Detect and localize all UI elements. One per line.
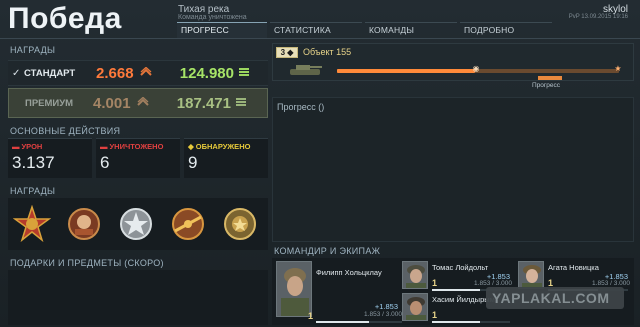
medals-row xyxy=(8,198,268,250)
crew-exp-bar xyxy=(316,321,402,323)
battle-results-window: Победа Тихая река Команда уничтожена sky… xyxy=(0,0,640,327)
avatar xyxy=(518,261,544,289)
milestone-icon: ◉ xyxy=(472,64,480,73)
damage-value: 3.137 xyxy=(12,153,55,172)
spotted-eye-icon: ◆ xyxy=(188,142,194,151)
main-actions: ▬ УРОН 3.137 ▬ УНИЧТОЖЕНО 6 ◆ ОБНАРУЖЕНО… xyxy=(8,138,268,178)
standard-reward-row[interactable]: ✓ СТАНДАРТ 2.668 124.980 xyxy=(8,60,268,86)
gifts-panel xyxy=(8,270,268,325)
premium-credits: 4.001 xyxy=(93,94,131,112)
crew-member-level: 1 xyxy=(432,278,438,288)
crew-member-name: Филипп Хольцклау xyxy=(316,268,382,277)
tab-details[interactable]: ПОДРОБНО xyxy=(460,22,552,38)
crew-exp-bar-fill xyxy=(432,289,481,291)
spotted-label: ОБНАРУЖЕНО xyxy=(195,142,251,151)
crew-section-label: КОМАНДИР И ЭКИПАЖ xyxy=(274,246,381,256)
crew-member-level: 1 xyxy=(432,310,438,320)
spotted-stat: ◆ ОБНАРУЖЕНО 9 xyxy=(184,138,268,178)
tank-name: Объект 155 xyxy=(303,47,352,57)
tab-progress[interactable]: ПРОГРЕСС xyxy=(177,22,267,38)
results-tabs: ПРОГРЕСС СТАТИСТИКА КОМАНДЫ ПОДРОБНО xyxy=(177,22,555,38)
battle-outcome-mode: Команда уничтожена xyxy=(178,14,247,21)
premium-xp: 187.471 xyxy=(176,94,231,112)
gold-sword-icon[interactable] xyxy=(168,202,208,246)
premium-reward-row[interactable]: ПРЕМИУМ 4.001 187.471 xyxy=(8,88,268,118)
crew-exp-bar-fill xyxy=(432,321,481,323)
crew-member-level: 1 xyxy=(308,311,314,321)
tab-statistics[interactable]: СТАТИСТИКА xyxy=(270,22,362,38)
damage-icon: ▬ xyxy=(12,142,20,151)
gifts-section-label: ПОДАРКИ И ПРЕДМЕТЫ (СКОРО) xyxy=(10,258,164,268)
avatar xyxy=(402,261,428,289)
damage-label: УРОН xyxy=(21,142,43,151)
progress-label: Прогресс xyxy=(532,82,561,89)
rewards-section-label: НАГРАДЫ xyxy=(10,45,56,55)
crew-member-name: Агата Новицка xyxy=(548,263,599,272)
medals-section-label: НАГРАДЫ xyxy=(10,186,56,196)
standard-xp: 124.980 xyxy=(179,64,234,82)
destroyed-tank-icon: ▬ xyxy=(100,142,108,151)
progress-indicator xyxy=(538,76,562,80)
xp-stack-icon xyxy=(238,67,252,80)
tab-teams[interactable]: КОМАНДЫ xyxy=(365,22,457,38)
check-icon: ✓ xyxy=(12,67,21,79)
credits-chevron-icon xyxy=(140,66,152,80)
tier-badge: 3 ◆ xyxy=(276,47,298,58)
credits-chevron-icon xyxy=(137,96,149,110)
site-watermark: YAPLAKAL.COM xyxy=(486,287,624,309)
progress-panel-title: Прогресс () xyxy=(277,102,325,112)
avatar xyxy=(276,261,312,317)
page-title: Победа xyxy=(8,2,122,35)
tank-icon xyxy=(287,60,323,78)
standard-credits: 2.668 xyxy=(96,64,134,82)
progress-panel: Прогресс () xyxy=(272,97,634,242)
destroyed-value: 6 xyxy=(100,153,110,172)
standard-label: СТАНДАРТ xyxy=(24,67,76,79)
xp-stack-icon xyxy=(235,97,249,110)
order-medal-icon[interactable] xyxy=(12,202,52,246)
tab-divider xyxy=(0,38,640,39)
gold-badge-icon[interactable] xyxy=(220,202,260,246)
tank-progress-fill xyxy=(337,69,476,73)
crew-exp-bar-fill xyxy=(316,321,370,323)
left-panel: НАГРАДЫ ✓ СТАНДАРТ 2.668 124.980 ПРЕМИУМ… xyxy=(4,40,268,325)
crew-member-exp: 1.853 / 3.000 xyxy=(592,280,630,287)
damage-stat: ▬ УРОН 3.137 xyxy=(8,138,92,178)
crew-member-gain: +1.853 xyxy=(374,302,398,311)
avatar xyxy=(402,293,428,321)
crew-member-exp: 1.853 / 3.000 xyxy=(364,311,402,318)
crew-member-commander[interactable]: Филипп Хольцклау 1 +1.853 1.853 / 3.000 xyxy=(276,261,408,323)
server-datetime: PvP 13.09.2015 19:16 xyxy=(568,14,628,20)
tank-progress-bar[interactable]: 3 ◆ Объект 155 ◉ ★ xyxy=(272,43,634,81)
bronze-emblem-icon[interactable] xyxy=(64,202,104,246)
premium-label: ПРЕМИУМ xyxy=(25,97,74,109)
crew-member-exp: 1.853 / 3.000 xyxy=(474,280,512,287)
silver-star-icon[interactable] xyxy=(116,202,156,246)
crew-member-name: Томас Лойдольт xyxy=(432,263,489,272)
right-panel: 3 ◆ Объект 155 ◉ ★ Прогресс Прогресс () … xyxy=(270,40,636,325)
spotted-value: 9 xyxy=(188,153,198,172)
actions-section-label: ОСНОВНЫЕ ДЕЙСТВИЯ xyxy=(10,126,121,136)
crew-exp-bar xyxy=(432,321,510,323)
goal-star-icon: ★ xyxy=(614,64,622,73)
destroyed-label: УНИЧТОЖЕНО xyxy=(109,142,164,151)
destroyed-stat: ▬ УНИЧТОЖЕНО 6 xyxy=(96,138,180,178)
